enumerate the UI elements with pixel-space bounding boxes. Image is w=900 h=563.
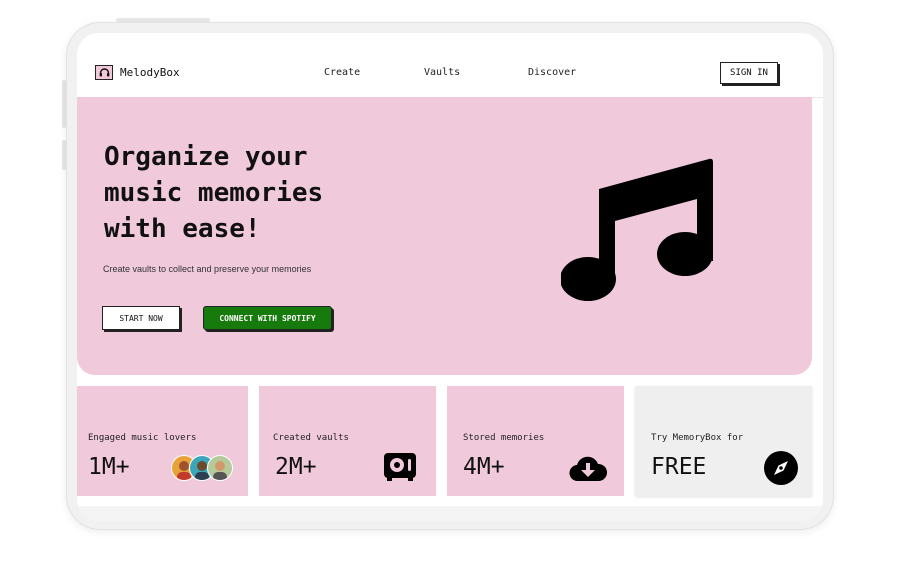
app-name: MelodyBox [120,66,180,79]
stat-card-music-lovers: Engaged music lovers 1M+ [77,386,248,496]
stat-value: 4M+ [463,454,505,480]
headphones-icon [95,65,113,80]
vault-icon [384,453,416,481]
hero-subtitle: Create vaults to collect and preserve yo… [103,264,312,274]
stat-value: 2M+ [275,454,317,480]
music-note-icon [561,158,713,301]
try-free-card[interactable]: Try MemoryBox for FREE [635,386,812,496]
app-screen: MelodyBox Create Vaults Discover SIGN IN… [77,33,823,521]
nav-link-create[interactable]: Create [324,67,360,78]
headline-line: music memories [104,178,324,208]
top-nav: MelodyBox Create Vaults Discover SIGN IN [77,33,823,98]
stat-card-memories: Stored memories 4M+ [447,386,624,496]
nav-link-vaults[interactable]: Vaults [424,67,460,78]
footer-strip [77,506,823,521]
connect-spotify-button[interactable]: CONNECT WITH SPOTIFY [203,306,332,330]
compass-icon[interactable] [763,450,799,486]
nav-link-discover[interactable]: Discover [528,67,576,78]
headline-line: with ease! [104,214,261,244]
stat-value: 1M+ [88,454,130,480]
hero-headline: Organize your music memories with ease! [104,139,404,247]
logo[interactable]: MelodyBox [95,65,180,80]
stat-card-vaults: Created vaults 2M+ [259,386,436,496]
stat-label: Created vaults [273,433,349,443]
start-now-button[interactable]: START NOW [102,306,180,330]
stat-label: Try MemoryBox for [651,433,744,443]
user-avatars [171,455,233,481]
stat-label: Stored memories [463,433,545,443]
headline-line: Organize your [104,142,308,172]
cloud-download-icon [569,456,607,482]
hero-section: Organize your music memories with ease! … [77,97,812,375]
avatar [207,455,233,481]
stat-label: Engaged music lovers [88,433,197,443]
sign-in-button[interactable]: SIGN IN [720,62,778,84]
stat-value: FREE [651,454,707,480]
